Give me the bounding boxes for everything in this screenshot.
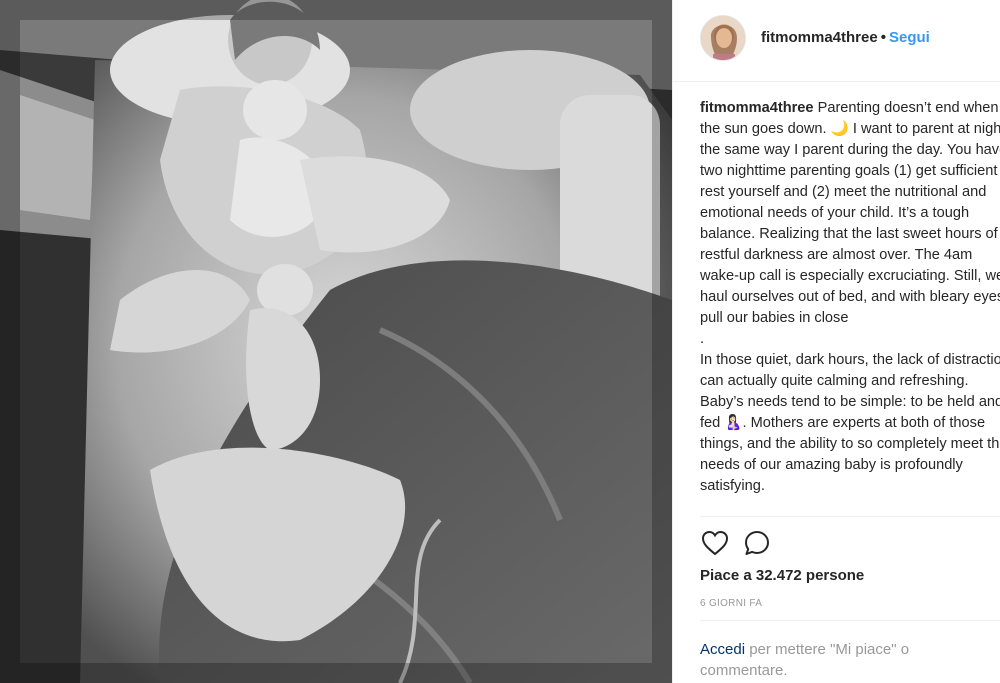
login-prompt: Accedi per mettere "Mi piace" o commenta…	[700, 639, 960, 681]
heart-icon[interactable]	[700, 528, 730, 558]
post-photo-graphic	[0, 0, 672, 683]
caption-paragraph-2: In those quiet, dark hours, the lack of …	[700, 352, 1000, 494]
post-timestamp[interactable]: 6 GIORNI FA	[700, 598, 762, 609]
actions-divider	[700, 516, 1000, 517]
header-line: fitmomma4three • Segui	[761, 29, 930, 46]
post-header: fitmomma4three • Segui	[673, 0, 1000, 82]
username-link[interactable]: fitmomma4three	[761, 29, 878, 46]
caption-text-1: Parenting doesn’t end when the sun goes …	[700, 100, 1000, 326]
follow-button[interactable]: Segui	[889, 29, 930, 46]
caption-author-link[interactable]: fitmomma4three	[700, 100, 814, 116]
post-photo[interactable]	[0, 0, 672, 683]
post-actions	[700, 528, 772, 558]
avatar[interactable]	[700, 15, 746, 61]
instagram-post: fitmomma4three • Segui fitmomma4three Pare…	[0, 0, 1000, 683]
post-side-panel: fitmomma4three • Segui fitmomma4three Pare…	[672, 0, 1000, 683]
header-separator: •	[880, 29, 886, 46]
post-caption: fitmomma4three Parenting doesn’t end whe…	[700, 98, 1000, 514]
likes-count[interactable]: Piace a 32.472 persone	[700, 567, 864, 584]
caption-dot-line: .	[700, 331, 705, 347]
caption-paragraph-1: fitmomma4three Parenting doesn’t end whe…	[700, 98, 1000, 329]
login-divider	[700, 620, 1000, 621]
avatar-image	[701, 16, 745, 60]
login-link[interactable]: Accedi	[700, 641, 745, 658]
comment-icon[interactable]	[742, 528, 772, 558]
